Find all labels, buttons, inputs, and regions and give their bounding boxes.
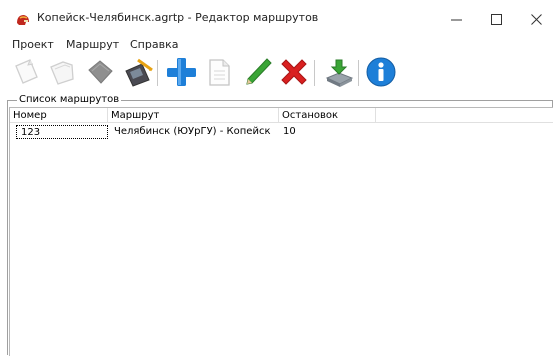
column-header-filler [376,108,553,123]
table-row[interactable]: 123 Челябинск (ЮУрГУ) - Копейск 10 [10,125,376,139]
open-project-button[interactable] [45,55,79,89]
window-title: Копейск-Челябинск.agrtp - Редактор маршр… [37,11,319,24]
delete-route-button[interactable] [277,55,311,89]
title-bar: Копейск-Челябинск.agrtp - Редактор маршр… [0,0,557,37]
column-header-number[interactable]: Номер [10,108,108,123]
toolbar-separator [358,60,359,86]
export-download-icon [325,59,354,87]
toolbar-separator [157,60,158,86]
route-name-cell: Челябинск (ЮУрГУ) - Копейск [114,126,271,137]
toolbar [0,54,557,92]
save-project-button[interactable] [121,55,155,89]
edit-route-button[interactable] [241,55,275,89]
menu-help[interactable]: Справка [130,38,178,51]
copy-document-icon [209,59,230,86]
maximize-icon [491,14,502,25]
save-disk-icon [125,58,153,87]
about-button[interactable] [364,55,398,89]
delete-x-icon [281,59,307,85]
maximize-button[interactable] [477,6,517,32]
info-icon [366,57,396,87]
route-number-cell: 123 [16,125,108,139]
export-button[interactable] [322,55,356,89]
minimize-icon [451,19,462,21]
project-info-button[interactable] [83,55,117,89]
column-header-stops[interactable]: Остановок [279,108,376,123]
menu-project[interactable]: Проект [12,38,54,51]
close-button[interactable] [517,6,557,32]
routes-list[interactable]: Номер Маршрут Остановок 123 Челябинск (Ю… [9,107,553,356]
menu-bar: Проект Маршрут Справка [0,37,557,54]
red-helmet-icon [17,15,29,25]
book-icon [88,60,113,84]
copy-route-button[interactable] [203,55,237,89]
column-header-route[interactable]: Маршрут [108,108,279,123]
menu-route[interactable]: Маршрут [66,38,119,51]
new-project-button[interactable] [9,55,43,89]
open-folder-icon [50,61,74,85]
close-icon [531,14,542,25]
new-file-icon [15,59,38,84]
toolbar-separator [314,60,315,86]
add-plus-icon [167,58,196,86]
route-stops-cell: 10 [283,126,296,137]
routes-group-label: Список маршрутов [17,94,122,106]
add-route-button[interactable] [164,55,198,89]
edit-pencil-icon [246,58,272,85]
minimize-button[interactable] [437,6,477,32]
